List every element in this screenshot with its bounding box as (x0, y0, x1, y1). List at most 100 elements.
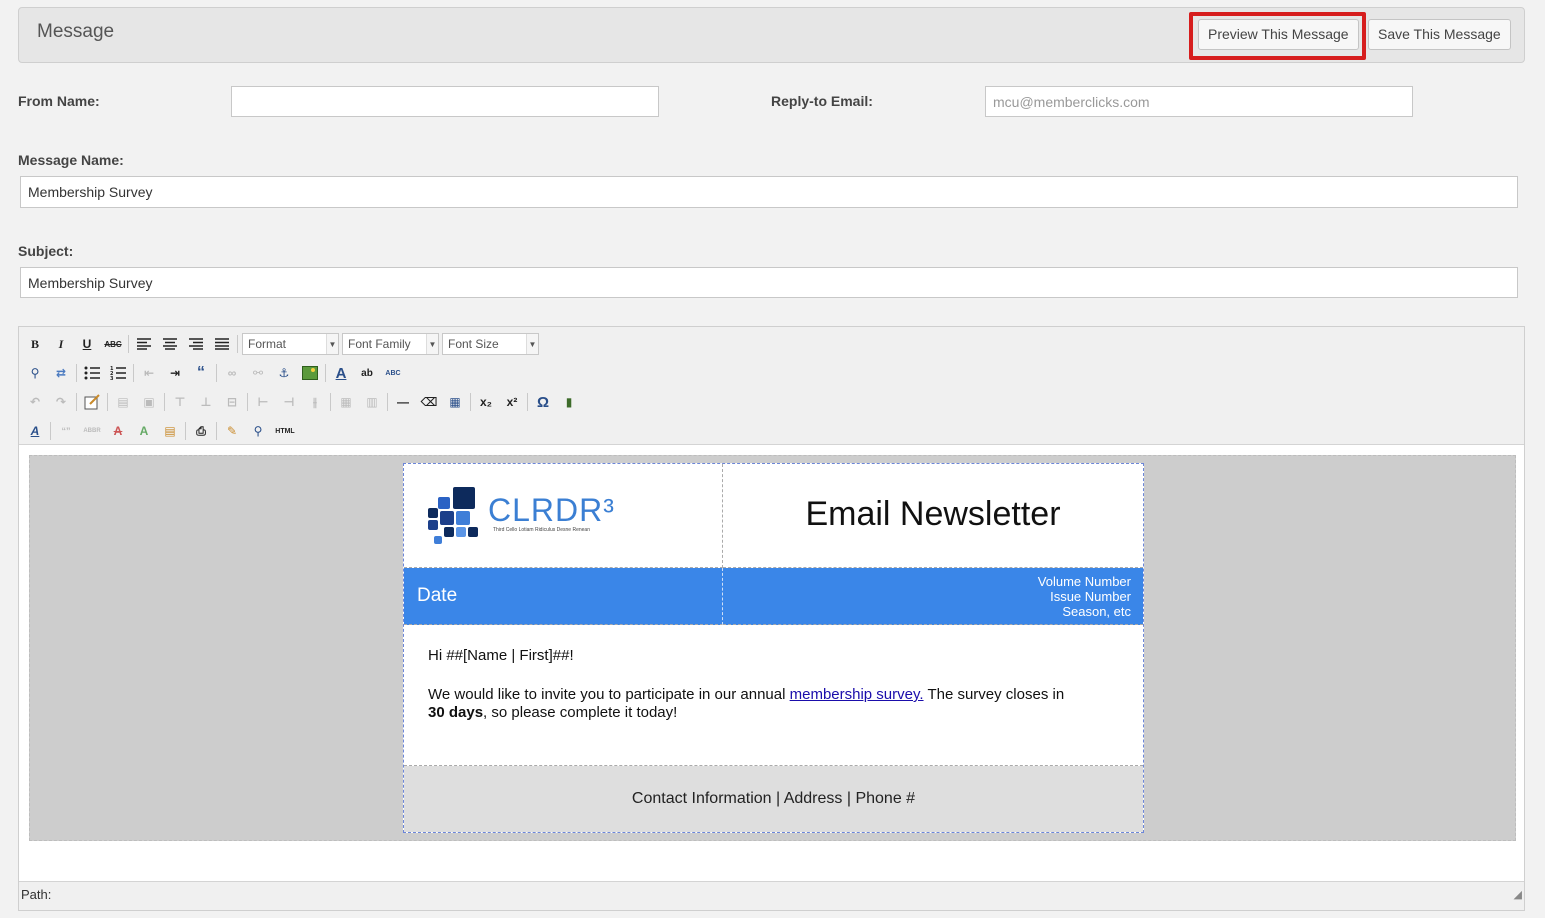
outdent-icon[interactable]: ⇤ (138, 362, 160, 384)
abbr-icon[interactable]: ABBR (81, 420, 103, 442)
table-row-props-icon[interactable]: ▤ (112, 391, 134, 413)
toolbar-separator (470, 393, 471, 411)
media-icon[interactable]: ▮ (558, 391, 580, 413)
reply-to-email-label: Reply-to Email: (771, 93, 873, 109)
cite-icon[interactable]: “” (55, 420, 77, 442)
font-family-select-value: Font Family (348, 337, 411, 351)
underline-icon[interactable]: U (76, 333, 98, 355)
blockquote-icon[interactable]: “ (190, 362, 212, 384)
align-left-icon[interactable] (133, 333, 155, 355)
indent-icon[interactable]: ⇥ (164, 362, 186, 384)
volume-band: Volume Number Issue Number Season, etc (723, 568, 1143, 625)
toolbar-separator (164, 393, 165, 411)
eraser-icon[interactable]: ⌫ (418, 391, 440, 413)
subject-input[interactable]: Membership Survey (20, 267, 1518, 298)
format-select-value: Format (248, 337, 287, 351)
superscript-icon[interactable]: x² (501, 391, 523, 413)
font-size-select[interactable]: Font Size ▼ (442, 333, 539, 355)
body-text-start: We would like to invite you to participa… (428, 686, 790, 703)
resize-handle-icon[interactable]: ◢ (1514, 882, 1522, 908)
delete-col-icon[interactable]: ⫲ (304, 391, 326, 413)
toolbar-separator (76, 393, 77, 411)
anchor-icon[interactable]: ⚓ (273, 362, 295, 384)
body-paragraph: We would like to invite you to participa… (428, 686, 1118, 722)
special-char-icon[interactable]: Ω (532, 391, 554, 413)
toolbar-separator (325, 364, 326, 382)
bold-icon[interactable]: B (24, 333, 46, 355)
toolbar-row-4: A “” ABBR A A ▤ ⎙ ✎ ⚲ HTML (24, 419, 301, 443)
toolbar-separator (107, 393, 108, 411)
logo-tagline: Third Cello Lotiam Ridiculus Desne Renea… (493, 527, 590, 533)
table-cell-props-icon[interactable]: ▣ (138, 391, 160, 413)
from-name-label: From Name: (18, 93, 100, 109)
table-icon[interactable]: ▦ (444, 391, 466, 413)
align-center-icon[interactable] (159, 333, 181, 355)
newsletter-template: CLRDR³ Third Cello Lotiam Ridiculus Desn… (403, 463, 1144, 833)
text-color-icon[interactable]: A (330, 362, 352, 384)
toolbar-separator (185, 422, 186, 440)
membership-survey-link[interactable]: membership survey. (790, 686, 924, 703)
align-justify-icon[interactable] (211, 333, 233, 355)
rich-text-editor: B I U ABC Format ▼ Font Family ▼ Font Si… (18, 326, 1525, 911)
message-header-panel: Message Preview This Message Save This M… (18, 7, 1525, 63)
insert-col-before-icon[interactable]: ⊢ (252, 391, 274, 413)
format-select[interactable]: Format ▼ (242, 333, 339, 355)
cleanup-icon[interactable]: ✎ (221, 420, 243, 442)
message-name-value: Membership Survey (28, 184, 153, 200)
preview-icon[interactable]: ⚲ (247, 420, 269, 442)
logo-text: CLRDR³ (488, 492, 615, 528)
insert-row-before-icon[interactable]: ⊤ (169, 391, 191, 413)
attributes-icon[interactable]: ▤ (159, 420, 181, 442)
link-icon[interactable]: ∞ (221, 362, 243, 384)
numbered-list-icon[interactable]: 123 (107, 362, 129, 384)
merge-cells-icon[interactable]: ▥ (361, 391, 383, 413)
html-source-button[interactable]: HTML (273, 420, 297, 442)
del-icon[interactable]: A (107, 420, 129, 442)
newsletter-body: Hi ##[Name | First]##! We would like to … (404, 625, 1143, 766)
align-right-icon[interactable] (185, 333, 207, 355)
print-icon[interactable]: ⎙ (190, 420, 212, 442)
svg-text:3: 3 (110, 376, 114, 380)
subscript-icon[interactable]: x₂ (475, 391, 497, 413)
font-family-select[interactable]: Font Family ▼ (342, 333, 439, 355)
strikethrough-icon[interactable]: ABC (102, 333, 124, 355)
toolbar-row-1: B I U ABC Format ▼ Font Family ▼ Font Si… (24, 332, 542, 356)
edit-icon[interactable] (81, 391, 103, 413)
toolbar-separator (330, 393, 331, 411)
spellcheck-icon[interactable]: ABC (382, 362, 404, 384)
delete-row-icon[interactable]: ⊟ (221, 391, 243, 413)
redo-icon[interactable]: ↷ (50, 391, 72, 413)
page-title: Message (37, 21, 115, 42)
from-name-input[interactable] (231, 86, 659, 117)
save-message-button[interactable]: Save This Message (1368, 19, 1511, 50)
split-cells-icon[interactable]: ▦ (335, 391, 357, 413)
toolbar-separator (247, 393, 248, 411)
reply-to-email-input[interactable]: mcu@memberclicks.com (985, 86, 1413, 117)
find-icon[interactable]: ⚲ (24, 362, 46, 384)
newsletter-footer: Contact Information | Address | Phone # (404, 766, 1143, 832)
subject-value: Membership Survey (28, 274, 153, 291)
subject-label: Subject: (18, 243, 74, 259)
toolbar-row-3: ↶ ↷ ▤ ▣ ⊤ ⊥ ⊟ ⊢ ⊣ ⫲ ▦ ▥ — ⌫ ▦ x₂ x² Ω ▮ (24, 390, 584, 414)
italic-icon[interactable]: I (50, 333, 72, 355)
date-label: Date (417, 585, 458, 606)
issue-number: Issue Number (1050, 589, 1131, 604)
insert-row-after-icon[interactable]: ⊥ (195, 391, 217, 413)
toolbar-row-2: ⚲ ⇄ 123 ⇤ ⇥ “ ∞ ⚯ ⚓ A ab ABC (24, 361, 408, 385)
styles-icon[interactable]: A (24, 420, 46, 442)
toolbar-separator (76, 364, 77, 382)
undo-icon[interactable]: ↶ (24, 391, 46, 413)
image-icon[interactable] (299, 362, 321, 384)
greeting-text: Hi ##[Name | First]##! (428, 647, 574, 664)
insert-col-after-icon[interactable]: ⊣ (278, 391, 300, 413)
unlink-icon[interactable]: ⚯ (247, 362, 269, 384)
horizontal-rule-icon[interactable]: — (392, 391, 414, 413)
message-name-input[interactable]: Membership Survey (20, 176, 1518, 208)
bullet-list-icon[interactable] (81, 362, 103, 384)
replace-icon[interactable]: ⇄ (50, 362, 72, 384)
editor-content-area[interactable]: CLRDR³ Third Cello Lotiam Ridiculus Desn… (29, 455, 1516, 841)
ins-icon[interactable]: A (133, 420, 155, 442)
highlight-color-icon[interactable]: ab (356, 362, 378, 384)
preview-message-button[interactable]: Preview This Message (1198, 19, 1359, 50)
chevron-down-icon: ▼ (426, 334, 438, 354)
